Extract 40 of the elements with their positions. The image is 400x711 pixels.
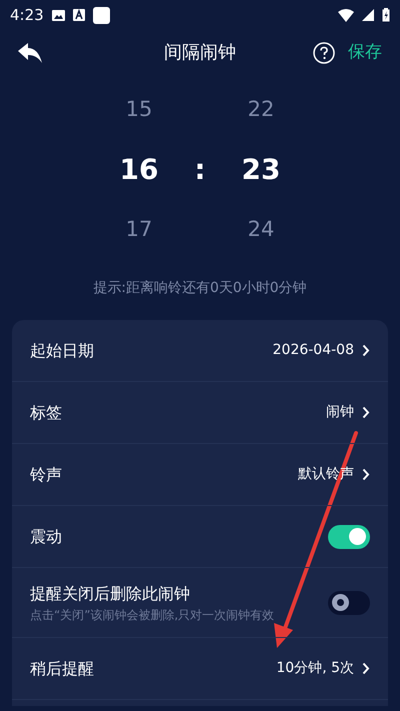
picker-value[interactable]: 15 — [126, 80, 152, 140]
setting-label: 起始日期 — [30, 340, 95, 362]
settings-row[interactable]: 震动 — [12, 506, 388, 568]
setting-label: 标签 — [30, 402, 63, 424]
back-icon[interactable] — [18, 42, 42, 62]
chevron-icon — [362, 344, 370, 357]
status-time: 4:23 — [10, 4, 44, 26]
chevron-icon — [362, 662, 370, 675]
toggle-switch[interactable] — [328, 524, 370, 548]
picker-value[interactable]: 17 — [126, 200, 152, 260]
page-title: 间隔闹钟 — [164, 41, 236, 65]
time-separator: : — [193, 152, 207, 188]
setting-value: 2026-04-08 — [272, 341, 354, 360]
setting-value: 10分钟, 5次 — [276, 659, 354, 678]
toggle-switch[interactable] — [328, 590, 370, 614]
square-notification-icon — [92, 6, 110, 24]
setting-description: 点击“关闭”该闹钟会被删除,只对一次闹钟有效 — [30, 606, 276, 624]
countdown-hint: 提示:距离响铃还有0天0小时0分钟 — [93, 279, 307, 298]
setting-label: 提醒关闭后删除此闹钟 — [30, 582, 191, 604]
image-notification-icon — [52, 10, 65, 20]
settings-row[interactable]: 起始日期 2026-04-08 — [12, 320, 388, 382]
battery-icon — [382, 8, 390, 22]
picker-value[interactable]: 22 — [248, 80, 274, 140]
wifi-icon — [338, 8, 354, 22]
letter-notification-icon — [72, 9, 85, 21]
selected-value[interactable]: 16 — [120, 140, 158, 200]
signal-icon — [362, 9, 374, 21]
setting-label: 稍后提醒 — [30, 658, 95, 680]
setting-label: 铃声 — [30, 464, 63, 486]
settings-row[interactable]: 稍后提醒 10分钟, 5次 — [12, 638, 388, 700]
settings-row[interactable]: 标签 闹钟 — [12, 382, 388, 444]
selected-value[interactable]: 23 — [242, 140, 280, 200]
setting-value: 闹钟 — [326, 403, 354, 422]
settings-row[interactable]: 提醒关闭后删除此闹钟 点击“关闭”该闹钟会被删除,只对一次闹钟有效 — [12, 568, 388, 638]
help-icon[interactable] — [313, 42, 335, 64]
picker-value[interactable]: 24 — [248, 200, 274, 260]
save-button[interactable]: 保存 — [348, 40, 382, 66]
setting-label: 震动 — [30, 526, 63, 548]
chevron-icon — [362, 406, 370, 419]
chevron-icon — [362, 468, 370, 481]
